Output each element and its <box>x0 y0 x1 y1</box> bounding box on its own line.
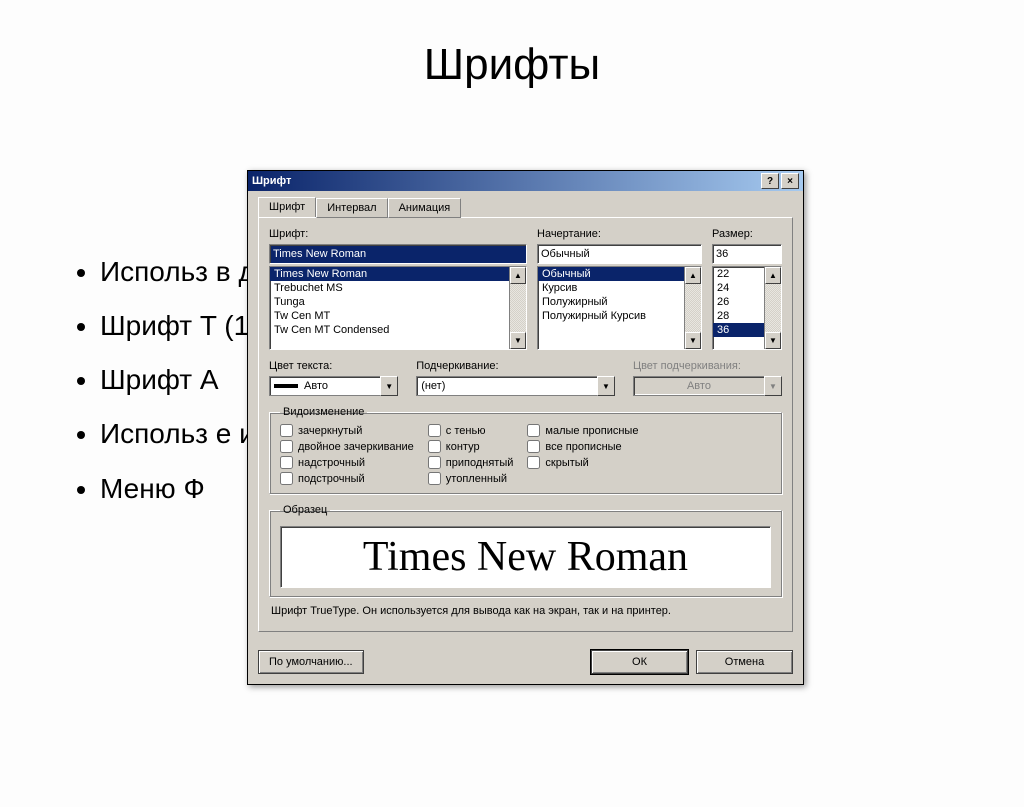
scrollbar[interactable]: ▲ ▼ <box>684 267 701 349</box>
dialog-buttons: По умолчанию... ОК Отмена <box>248 642 803 684</box>
font-listbox[interactable]: Times New Roman Trebuchet MS Tunga Tw Ce… <box>269 266 527 350</box>
chk-outline[interactable]: контур <box>428 440 514 453</box>
size-listbox[interactable]: 22 24 26 28 36 ▲ ▼ <box>712 266 782 350</box>
scroll-down-icon[interactable]: ▼ <box>765 332 781 349</box>
list-item[interactable]: Tunga <box>270 295 526 309</box>
scroll-up-icon[interactable]: ▲ <box>765 267 781 284</box>
underline-combo[interactable]: (нет) ▼ <box>416 376 615 396</box>
color-combo[interactable]: Авто ▼ <box>269 376 398 396</box>
ulcolor-label: Цвет подчеркивания: <box>633 360 782 374</box>
preview-legend: Образец <box>280 504 330 516</box>
list-item[interactable]: Times New Roman <box>270 267 526 281</box>
scroll-down-icon[interactable]: ▼ <box>510 332 526 349</box>
chk-shadow[interactable]: с тенью <box>428 424 514 437</box>
chk-strikethrough[interactable]: зачеркнутый <box>280 424 414 437</box>
font-dialog: Шрифт ? × Шрифт Интервал Анимация Шрифт:… <box>247 170 804 685</box>
list-item[interactable]: Trebuchet MS <box>270 281 526 295</box>
ulcolor-combo: Авто ▼ <box>633 376 782 396</box>
chk-subscript[interactable]: подстрочный <box>280 472 414 485</box>
chk-superscript[interactable]: надстрочный <box>280 456 414 469</box>
effects-legend: Видоизменение <box>280 406 367 418</box>
style-label: Начертание: <box>537 228 702 242</box>
color-value: Авто <box>304 380 328 392</box>
style-listbox[interactable]: Обычный Курсив Полужирный Полужирный Кур… <box>537 266 702 350</box>
chevron-down-icon: ▼ <box>764 376 782 396</box>
list-item[interactable]: Tw Cen MT Condensed <box>270 323 526 337</box>
preview-box: Times New Roman <box>280 526 771 588</box>
list-item[interactable]: Обычный <box>538 267 701 281</box>
tab-spacing[interactable]: Интервал <box>316 198 387 218</box>
scroll-up-icon[interactable]: ▲ <box>510 267 526 284</box>
tabs: Шрифт Интервал Анимация <box>258 197 793 217</box>
chk-double-strike[interactable]: двойное зачеркивание <box>280 440 414 453</box>
ulcolor-value: Авто <box>687 380 711 392</box>
scroll-up-icon[interactable]: ▲ <box>685 267 701 284</box>
chevron-down-icon[interactable]: ▼ <box>380 376 398 396</box>
ok-button[interactable]: ОК <box>591 650 688 674</box>
size-input[interactable] <box>712 244 782 264</box>
chevron-down-icon[interactable]: ▼ <box>597 376 615 396</box>
underline-value: (нет) <box>421 380 445 392</box>
scrollbar[interactable]: ▲ ▼ <box>509 267 526 349</box>
list-item[interactable]: Полужирный Курсив <box>538 309 701 323</box>
underline-label: Подчеркивание: <box>416 360 615 374</box>
font-label: Шрифт: <box>269 228 527 242</box>
tab-font[interactable]: Шрифт <box>258 197 316 217</box>
chk-hidden[interactable]: скрытый <box>527 456 638 469</box>
scrollbar[interactable]: ▲ ▼ <box>764 267 781 349</box>
list-item[interactable]: Курсив <box>538 281 701 295</box>
close-button[interactable]: × <box>781 173 799 189</box>
font-input[interactable] <box>269 244 527 264</box>
chk-emboss[interactable]: приподнятый <box>428 456 514 469</box>
hint-text: Шрифт TrueType. Он используется для выво… <box>271 605 780 617</box>
tab-animation[interactable]: Анимация <box>388 198 462 218</box>
effects-group: Видоизменение зачеркнутый двойное зачерк… <box>269 406 782 494</box>
chk-allcaps[interactable]: все прописные <box>527 440 638 453</box>
style-input[interactable] <box>537 244 702 264</box>
cancel-button[interactable]: Отмена <box>696 650 793 674</box>
slide-title: Шрифты <box>0 40 1024 90</box>
list-item[interactable]: Полужирный <box>538 295 701 309</box>
help-button[interactable]: ? <box>761 173 779 189</box>
list-item[interactable]: Tw Cen MT <box>270 309 526 323</box>
chk-engrave[interactable]: утопленный <box>428 472 514 485</box>
tab-panel: Шрифт: Times New Roman Trebuchet MS Tung… <box>258 217 793 632</box>
chk-smallcaps[interactable]: малые прописные <box>527 424 638 437</box>
scroll-down-icon[interactable]: ▼ <box>685 332 701 349</box>
preview-group: Образец Times New Roman <box>269 504 782 597</box>
titlebar[interactable]: Шрифт ? × <box>248 171 803 191</box>
color-label: Цвет текста: <box>269 360 398 374</box>
default-button[interactable]: По умолчанию... <box>258 650 364 674</box>
size-label: Размер: <box>712 228 782 242</box>
dialog-title: Шрифт <box>252 175 291 187</box>
